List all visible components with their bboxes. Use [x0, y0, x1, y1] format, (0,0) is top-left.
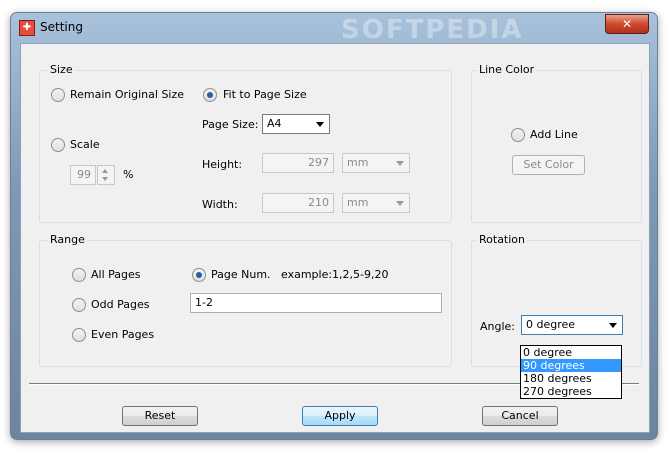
fit-to-page-size-radio[interactable] [203, 88, 217, 102]
angle-option[interactable]: 0 degree [521, 346, 621, 359]
apply-button[interactable]: Apply [302, 406, 378, 426]
height-unit-select[interactable]: mm [342, 153, 410, 173]
close-button[interactable]: ✕ [605, 14, 649, 34]
dialog-client-area: Size Remain Original Size Fit to Page Si… [20, 43, 650, 433]
spin-up-icon[interactable] [102, 169, 108, 173]
even-pages-radio[interactable] [72, 328, 86, 342]
height-value: 297 [308, 156, 329, 169]
range-group-title: Range [48, 233, 87, 246]
size-group-title: Size [48, 63, 75, 76]
angle-option-highlighted[interactable]: 90 degrees [521, 359, 621, 372]
page-size-label: Page Size: [202, 118, 259, 131]
setting-dialog: ✚ Setting SOFTPEDIA ✕ Size Remain Origin… [10, 12, 658, 440]
scale-radio[interactable] [51, 138, 65, 152]
angle-select[interactable]: 0 degree [521, 315, 623, 335]
scale-input[interactable]: 99 [70, 165, 96, 185]
title-bar[interactable]: ✚ Setting SOFTPEDIA ✕ [11, 13, 657, 45]
angle-value: 0 degree [526, 318, 576, 331]
width-input[interactable]: 210 [262, 193, 334, 213]
even-pages-label[interactable]: Even Pages [91, 328, 154, 341]
scale-value: 99 [77, 168, 91, 181]
add-line-label[interactable]: Add Line [530, 128, 578, 141]
page-num-example: example:1,2,5-9,20 [281, 268, 389, 281]
page-size-value: A4 [267, 117, 282, 130]
odd-pages-radio[interactable] [72, 298, 86, 312]
percent-label: % [123, 168, 134, 181]
remain-original-size-label[interactable]: Remain Original Size [70, 88, 184, 101]
spin-down-icon[interactable] [102, 177, 108, 181]
page-num-input[interactable]: 1-2 [190, 293, 442, 313]
page-num-label[interactable]: Page Num. [211, 268, 271, 281]
window-title: Setting [40, 20, 83, 34]
size-group: Size Remain Original Size Fit to Page Si… [39, 63, 452, 223]
chevron-down-icon [396, 201, 404, 206]
odd-pages-label[interactable]: Odd Pages [91, 298, 149, 311]
height-input[interactable]: 297 [262, 153, 334, 173]
scale-label[interactable]: Scale [70, 138, 100, 151]
add-line-radio[interactable] [511, 128, 525, 142]
chevron-down-icon [396, 161, 404, 166]
width-unit-select[interactable]: mm [342, 193, 410, 213]
width-unit-value: mm [347, 196, 369, 209]
width-value: 210 [308, 196, 329, 209]
chevron-down-icon [316, 122, 324, 127]
screenshot-frame: ✚ Setting SOFTPEDIA ✕ Size Remain Origin… [0, 0, 669, 456]
page-size-select[interactable]: A4 [262, 114, 330, 134]
chevron-down-icon [609, 323, 617, 328]
all-pages-label[interactable]: All Pages [91, 268, 141, 281]
scale-spinner[interactable] [97, 165, 115, 185]
rotation-group-title: Rotation [477, 233, 528, 246]
angle-option[interactable]: 270 degrees [521, 385, 621, 398]
width-label: Width: [202, 198, 238, 211]
watermark: SOFTPEDIA [341, 15, 524, 45]
cancel-button[interactable]: Cancel [482, 406, 558, 426]
angle-label: Angle: [480, 320, 516, 333]
fit-to-page-size-label[interactable]: Fit to Page Size [223, 88, 307, 101]
page-num-radio[interactable] [192, 268, 206, 282]
height-unit-value: mm [347, 156, 369, 169]
app-icon: ✚ [19, 20, 35, 36]
line-color-group-title: Line Color [477, 63, 537, 76]
line-color-group: Line Color Add Line Set Color [471, 63, 642, 223]
page-num-value: 1-2 [195, 296, 213, 309]
remain-original-size-radio[interactable] [51, 88, 65, 102]
height-label: Height: [202, 158, 243, 171]
angle-option[interactable]: 180 degrees [521, 372, 621, 385]
angle-dropdown-list[interactable]: 0 degree 90 degrees 180 degrees 270 degr… [520, 345, 622, 399]
set-color-button[interactable]: Set Color [512, 155, 585, 175]
all-pages-radio[interactable] [72, 268, 86, 282]
reset-button[interactable]: Reset [122, 406, 198, 426]
range-group: Range All Pages Page Num. example:1,2,5-… [39, 233, 452, 367]
